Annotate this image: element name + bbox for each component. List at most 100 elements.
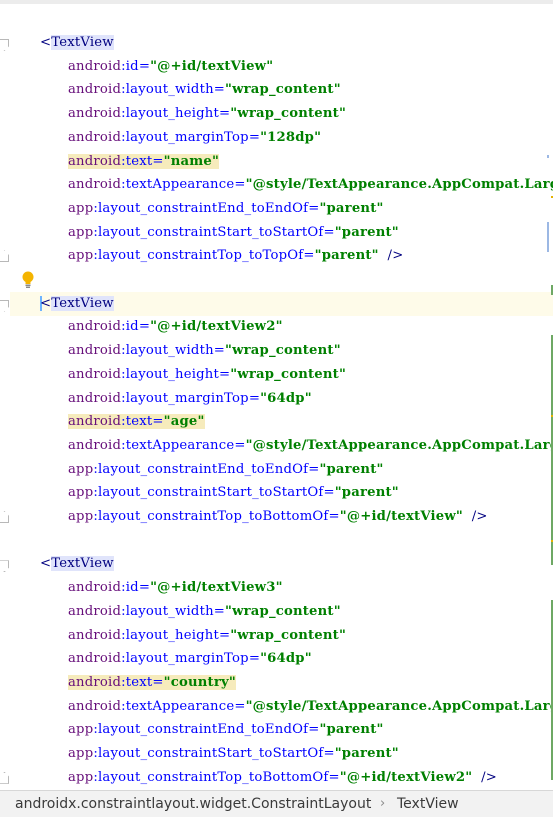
code-line-attribute[interactable]: android:layout_marginTop="64dp" bbox=[68, 647, 312, 671]
fold-end-icon[interactable] bbox=[0, 511, 9, 523]
fold-toggle-icon[interactable] bbox=[0, 39, 9, 51]
code-line-attribute[interactable]: app:layout_constraintEnd_toEndOf="parent… bbox=[68, 458, 384, 482]
attribute-name: text bbox=[125, 674, 153, 690]
equals-sign: = bbox=[213, 82, 226, 98]
code-line-attribute[interactable]: android:text="age" bbox=[68, 410, 205, 434]
attribute-name-group: android:id="@+id/textView2" bbox=[68, 319, 283, 334]
attribute-namespace: app bbox=[68, 769, 94, 785]
code-line-attribute[interactable]: app:layout_constraintTop_toTopOf="parent… bbox=[68, 244, 403, 268]
attribute-value[interactable]: "64dp" bbox=[260, 391, 312, 406]
breadcrumb-separator: › bbox=[380, 796, 386, 811]
equals-sign: = bbox=[138, 580, 151, 596]
attribute-namespace: android bbox=[68, 319, 122, 335]
attribute-value[interactable]: "wrap_content" bbox=[230, 106, 346, 121]
code-line-attribute[interactable]: android:id="@+id/textView" bbox=[68, 55, 273, 79]
code-line-attribute[interactable]: android:layout_width="wrap_content" bbox=[68, 339, 341, 363]
attribute-value[interactable]: "wrap_content" bbox=[225, 343, 341, 358]
code-line-attribute[interactable]: app:layout_constraintStart_toStartOf="pa… bbox=[68, 221, 399, 245]
attribute-value[interactable]: "@+id/textView3" bbox=[150, 580, 283, 595]
attribute-name: layout_width bbox=[125, 82, 214, 98]
code-line-attribute[interactable]: android:layout_height="wrap_content" bbox=[68, 624, 346, 648]
code-line-attribute[interactable]: android:layout_height="wrap_content" bbox=[68, 363, 346, 387]
code-line-tag-open[interactable]: <TextView bbox=[40, 552, 114, 576]
code-line-attribute[interactable]: android:layout_marginTop="128dp" bbox=[68, 126, 321, 150]
code-line-attribute[interactable]: app:layout_constraintEnd_toEndOf="parent… bbox=[68, 718, 384, 742]
code-line-attribute[interactable]: android:text="name" bbox=[68, 150, 220, 174]
attribute-value[interactable]: "@+id/textView" bbox=[340, 509, 463, 524]
attribute-value[interactable]: "@style/TextAppearance.AppCompat.Large" bbox=[246, 699, 553, 714]
breadcrumb-constraintlayout[interactable]: androidx.constraintlayout.widget.Constra… bbox=[15, 791, 371, 817]
tag-name[interactable]: TextView bbox=[51, 556, 114, 572]
breadcrumb-textview[interactable]: TextView bbox=[397, 791, 459, 817]
code-line-attribute[interactable]: android:id="@+id/textView2" bbox=[68, 315, 283, 339]
error-stripe[interactable] bbox=[545, 0, 553, 790]
attribute-value[interactable]: "parent" bbox=[319, 722, 383, 737]
editor-top-border bbox=[0, 0, 553, 4]
equals-sign: = bbox=[138, 319, 151, 335]
code-line-attribute[interactable]: android:textAppearance="@style/TextAppea… bbox=[68, 173, 553, 197]
attribute-name: text bbox=[125, 153, 153, 169]
attribute-value[interactable]: "wrap_content" bbox=[225, 604, 341, 619]
code-line-attribute[interactable]: android:layout_marginTop="64dp" bbox=[68, 387, 312, 411]
lightbulb-icon[interactable] bbox=[21, 271, 35, 289]
attribute-name: layout_constraintStart_toStartOf bbox=[98, 485, 324, 501]
code-line-attribute[interactable]: app:layout_constraintTop_toBottomOf="@+i… bbox=[68, 505, 488, 529]
code-line-attribute[interactable]: app:layout_constraintStart_toStartOf="pa… bbox=[68, 742, 399, 766]
attribute-value[interactable]: "@+id/textView2" bbox=[340, 770, 473, 785]
attribute-value[interactable]: "@style/TextAppearance.AppCompat.Large" bbox=[246, 438, 553, 453]
code-line-attribute[interactable]: android:textAppearance="@style/TextAppea… bbox=[68, 695, 553, 719]
equals-sign: = bbox=[234, 177, 246, 193]
code-line-attribute[interactable]: android:layout_height="wrap_content" bbox=[68, 102, 346, 126]
attribute-name: textAppearance bbox=[125, 698, 235, 714]
code-line-attribute[interactable]: app:layout_constraintEnd_toEndOf="parent… bbox=[68, 197, 384, 221]
attribute-value[interactable]: "country" bbox=[164, 675, 236, 690]
tag-name[interactable]: TextView bbox=[51, 295, 114, 311]
fold-toggle-icon[interactable] bbox=[0, 299, 9, 312]
attribute-value[interactable]: "parent" bbox=[335, 225, 399, 240]
attribute-name: layout_height bbox=[125, 366, 219, 382]
code-line-attribute[interactable]: android:textAppearance="@style/TextAppea… bbox=[68, 434, 553, 458]
attribute-value[interactable]: "128dp" bbox=[260, 130, 321, 145]
attribute-value[interactable]: "parent" bbox=[335, 485, 399, 500]
code-line-attribute[interactable]: android:layout_width="wrap_content" bbox=[68, 78, 341, 102]
attribute-name-group: android:layout_height="wrap_content" bbox=[68, 628, 346, 643]
tag-name[interactable]: TextView bbox=[51, 35, 114, 50]
code-line-tag-open[interactable]: <TextView bbox=[40, 292, 114, 316]
attribute-name: layout_constraintStart_toStartOf bbox=[98, 224, 324, 240]
code-line-attribute[interactable]: android:id="@+id/textView3" bbox=[68, 576, 283, 600]
attribute-name-group: android:textAppearance="@style/TextAppea… bbox=[68, 699, 553, 714]
code-editor[interactable]: <TextView android:id="@+id/textView" andro… bbox=[0, 0, 553, 790]
attribute-value[interactable]: "name" bbox=[164, 154, 219, 169]
attribute-value[interactable]: "@+id/textView2" bbox=[150, 319, 283, 334]
fold-end-icon[interactable] bbox=[0, 771, 9, 784]
attribute-namespace: app bbox=[68, 224, 94, 240]
attribute-value[interactable]: "wrap_content" bbox=[230, 628, 346, 643]
attribute-value[interactable]: "parent" bbox=[315, 248, 379, 263]
equals-sign: = bbox=[308, 461, 320, 477]
attribute-name-group: app:layout_constraintStart_toStartOf="pa… bbox=[68, 225, 399, 240]
attribute-namespace: app bbox=[68, 461, 94, 477]
attribute-value[interactable]: "parent" bbox=[319, 462, 383, 477]
change-marker[interactable] bbox=[547, 222, 549, 252]
code-line-attribute[interactable]: android:layout_width="wrap_content" bbox=[68, 600, 341, 624]
fold-toggle-icon[interactable] bbox=[0, 560, 9, 573]
code-line-tag-open[interactable]: <TextView bbox=[40, 31, 114, 55]
fold-end-icon[interactable] bbox=[0, 250, 9, 263]
attribute-value[interactable]: "wrap_content" bbox=[225, 82, 341, 97]
attribute-value[interactable]: "@style/TextAppearance.AppCompat.Large" bbox=[246, 177, 553, 192]
code-line-attribute[interactable]: android:text="country" bbox=[68, 671, 236, 695]
code-line-attribute[interactable]: app:layout_constraintTop_toBottomOf="@+i… bbox=[68, 766, 497, 790]
attribute-name: layout_constraintEnd_toEndOf bbox=[98, 722, 309, 738]
attribute-name-group: app:layout_constraintEnd_toEndOf="parent… bbox=[68, 722, 384, 737]
attribute-name-group: app:layout_constraintTop_toTopOf="parent… bbox=[68, 248, 379, 263]
attribute-value[interactable]: "wrap_content" bbox=[230, 367, 346, 382]
equals-sign: = bbox=[213, 603, 226, 619]
attribute-value[interactable]: "parent" bbox=[319, 201, 383, 216]
attribute-value[interactable]: "@+id/textView" bbox=[150, 59, 273, 74]
attribute-name: layout_marginTop bbox=[125, 651, 249, 667]
attribute-value[interactable]: "64dp" bbox=[260, 651, 312, 666]
code-line-attribute[interactable]: app:layout_constraintStart_toStartOf="pa… bbox=[68, 481, 399, 505]
attribute-value[interactable]: "parent" bbox=[335, 746, 399, 761]
change-marker[interactable] bbox=[547, 155, 549, 158]
attribute-value[interactable]: "age" bbox=[164, 414, 205, 429]
